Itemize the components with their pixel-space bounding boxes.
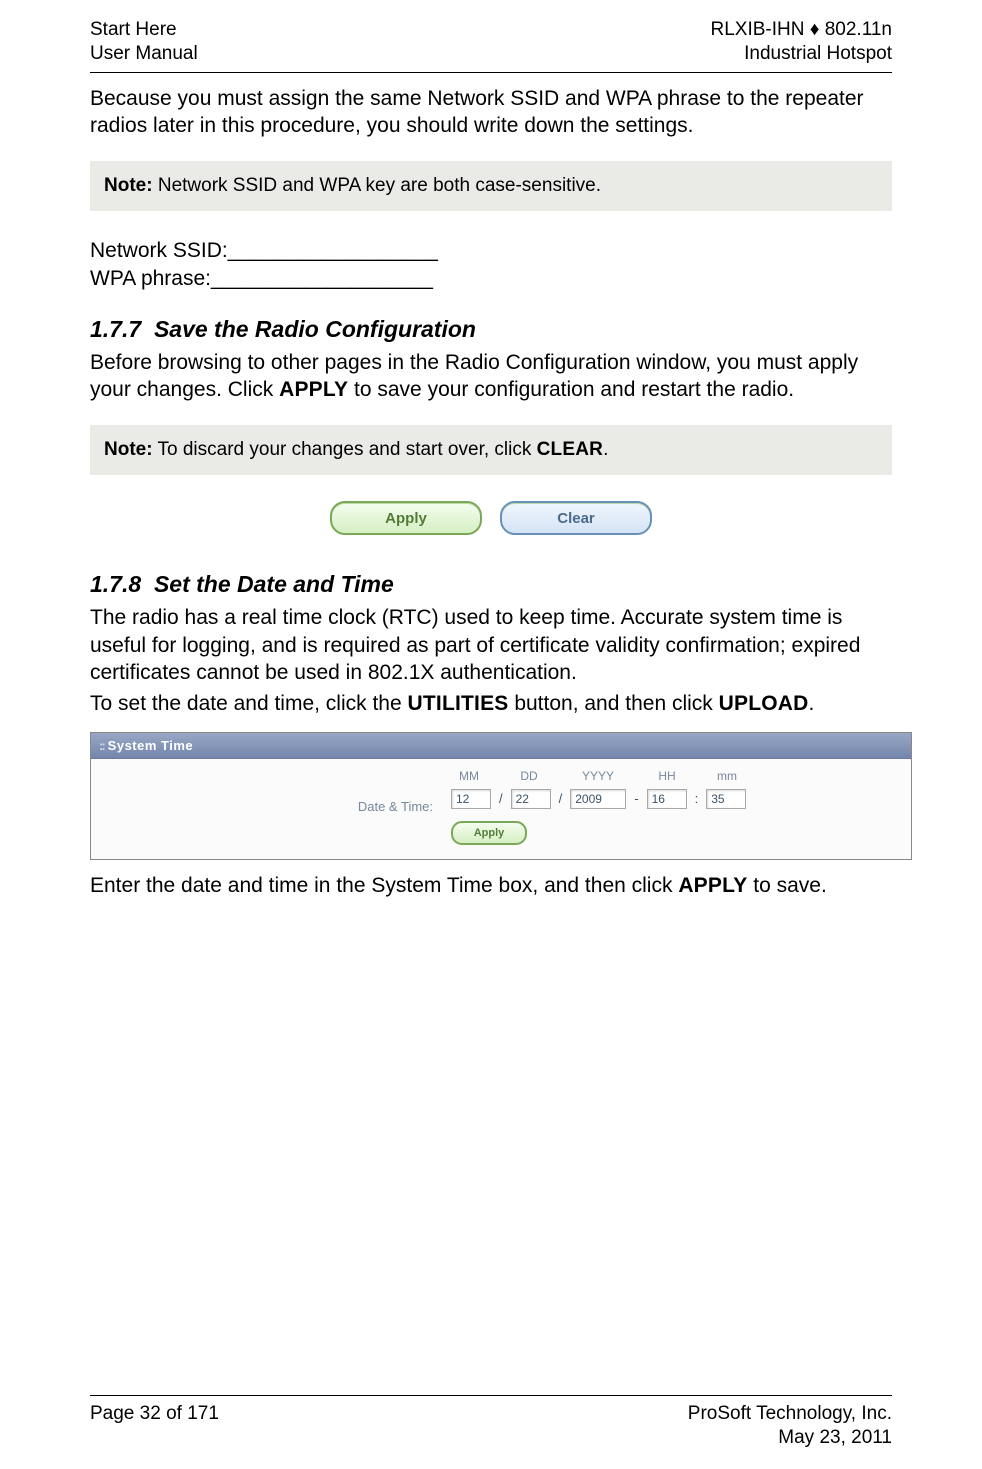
note-label: Note: (104, 175, 153, 196)
section-title-178: Set the Date and Time (154, 571, 394, 597)
clear-button[interactable]: Clear (500, 501, 652, 535)
header-right-line2: Industrial Hotspot (711, 42, 892, 66)
day-input[interactable] (511, 789, 551, 809)
col-yyyy: YYYY (571, 769, 625, 783)
footer-left: Page 32 of 171 (90, 1402, 219, 1451)
blank-wpa-line: WPA phrase:___________________ (90, 265, 892, 293)
upload-word: UPLOAD (719, 692, 809, 715)
footer-company: ProSoft Technology, Inc. (688, 1402, 892, 1427)
after-post: to save. (747, 874, 826, 897)
sep-dash: - (634, 791, 638, 806)
page-header: Start Here User Manual RLXIB-IHN ♦ 802.1… (90, 18, 892, 66)
apply-button[interactable]: Apply (330, 501, 482, 535)
header-right-line1: RLXIB-IHN ♦ 802.11n (711, 18, 892, 42)
note2-label: Note: (104, 439, 153, 460)
utilities-word: UTILITIES (408, 692, 509, 715)
header-right: RLXIB-IHN ♦ 802.11n Industrial Hotspot (711, 18, 892, 66)
panel-grip-icon: :: (99, 738, 104, 753)
col-min: mm (709, 769, 745, 783)
p2-pre: To set the date and time, click the (90, 692, 408, 715)
section-heading-177: 1.7.7 Save the Radio Configuration (90, 316, 892, 343)
note2-pre: To discard your changes and start over, … (153, 439, 537, 460)
after-apply: APPLY (678, 874, 747, 897)
col-hh: HH (649, 769, 685, 783)
header-divider (90, 72, 892, 73)
hour-input[interactable] (647, 789, 687, 809)
section-number-178: 1.7.8 (90, 571, 141, 597)
intro-paragraph: Because you must assign the same Network… (90, 85, 892, 140)
date-time-column-headers: MM DD YYYY HH mm (451, 769, 746, 783)
sep-slash1: / (499, 791, 503, 806)
apply-word: APPLY (279, 378, 348, 401)
section-heading-178: 1.7.8 Set the Date and Time (90, 571, 892, 598)
date-time-label: Date & Time: (113, 799, 441, 814)
para-post: to save your configuration and restart t… (348, 378, 794, 401)
footer-divider (90, 1395, 892, 1396)
system-time-title: System Time (108, 738, 193, 753)
note-text: Network SSID and WPA key are both case-s… (153, 175, 601, 196)
date-time-input-row: / / - : (451, 789, 746, 809)
system-time-panel: ::System Time Date & Time: MM DD YYYY HH… (90, 732, 912, 860)
footer-right: ProSoft Technology, Inc. May 23, 2011 (688, 1402, 892, 1451)
section-number-177: 1.7.7 (90, 316, 141, 342)
sep-slash2: / (559, 791, 563, 806)
header-left: Start Here User Manual (90, 18, 198, 66)
clear-word: CLEAR (537, 439, 603, 460)
blank-ssid-line: Network SSID:__________________ (90, 237, 892, 265)
sep-colon: : (695, 791, 699, 806)
year-input[interactable] (570, 789, 626, 809)
system-time-apply-button[interactable]: Apply (451, 821, 527, 845)
col-dd: DD (511, 769, 547, 783)
p2-mid: button, and then click (508, 692, 718, 715)
system-time-header: ::System Time (91, 733, 911, 759)
page-footer: Page 32 of 171 ProSoft Technology, Inc. … (90, 1395, 892, 1451)
minute-input[interactable] (706, 789, 746, 809)
month-input[interactable] (451, 789, 491, 809)
header-left-line2: User Manual (90, 42, 198, 66)
footer-date: May 23, 2011 (688, 1426, 892, 1451)
note-clear: Note: To discard your changes and start … (90, 425, 892, 475)
section-178-para2: To set the date and time, click the UTIL… (90, 690, 892, 717)
section-177-paragraph: Before browsing to other pages in the Ra… (90, 349, 892, 404)
note2-post: . (603, 439, 608, 460)
section-178-para1: The radio has a real time clock (RTC) us… (90, 604, 892, 686)
after-panel-text: Enter the date and time in the System Ti… (90, 872, 892, 899)
note-ssid-case: Note: Network SSID and WPA key are both … (90, 161, 892, 211)
col-mm: MM (451, 769, 487, 783)
after-pre: Enter the date and time in the System Ti… (90, 874, 678, 897)
section-title-177: Save the Radio Configuration (154, 316, 476, 342)
p2-post: . (809, 692, 815, 715)
apply-clear-button-row: Apply Clear (90, 501, 892, 535)
header-left-line1: Start Here (90, 18, 198, 42)
